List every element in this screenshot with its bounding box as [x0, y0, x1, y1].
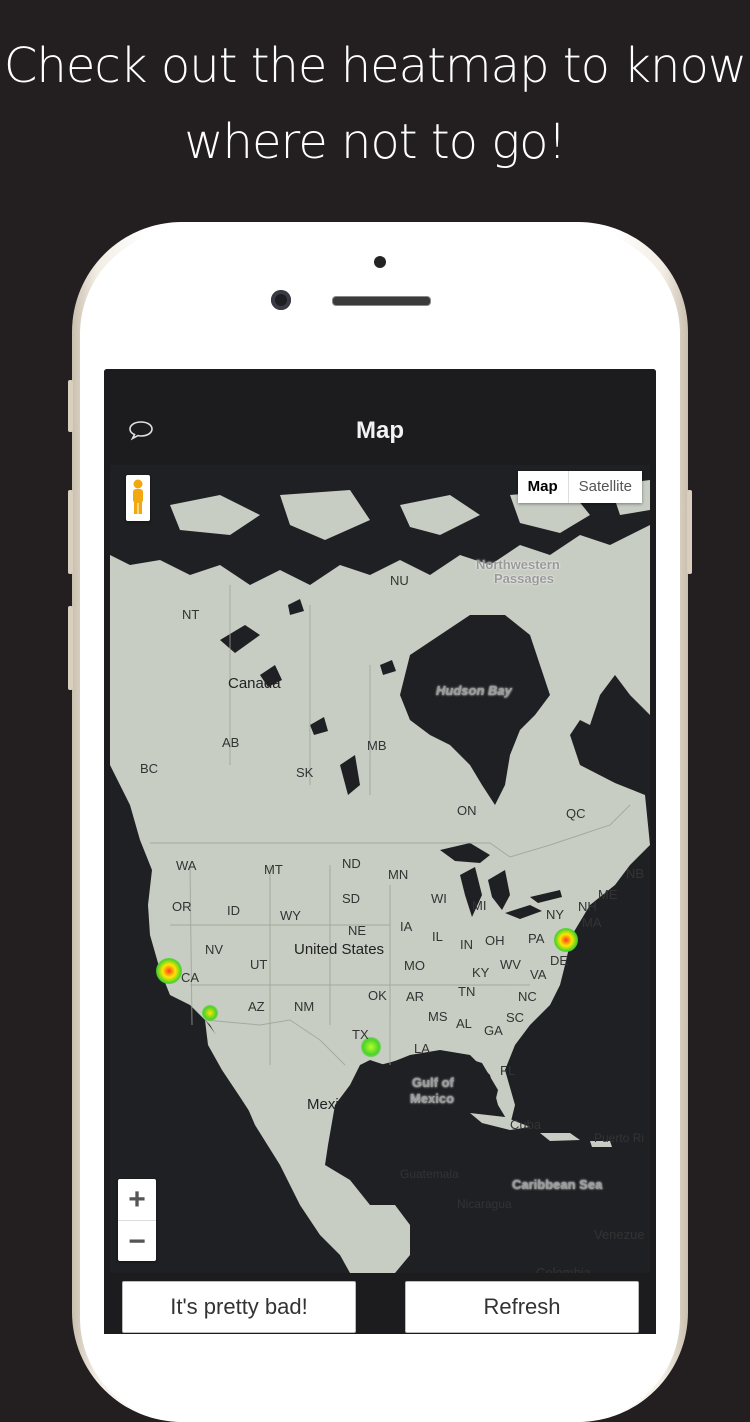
map-type-control: Map Satellite — [517, 471, 642, 503]
headline-line-2: where not to go! — [184, 114, 566, 170]
phone-volume-down — [68, 606, 73, 690]
label-venezuela: Venezue — [594, 1227, 645, 1242]
heat-spot-california[interactable] — [156, 958, 182, 984]
label-mb: MB — [367, 738, 387, 753]
label-tx: TX — [352, 1027, 369, 1042]
heat-spot-east-coast[interactable] — [554, 928, 578, 952]
label-nv: NV — [205, 942, 224, 957]
label-tn: TN — [458, 984, 476, 999]
label-in: IN — [460, 937, 473, 952]
label-ok: OK — [368, 988, 387, 1003]
label-ab: AB — [222, 735, 240, 750]
label-gulf-of-mexico-2: Mexico — [410, 1091, 455, 1106]
earpiece-speaker — [332, 296, 431, 306]
label-on: ON — [457, 803, 477, 818]
label-me: ME — [598, 887, 618, 902]
label-sd: SD — [342, 891, 361, 906]
label-wa: WA — [176, 858, 197, 873]
label-united-states: United States — [294, 941, 385, 958]
label-canada: Canada — [228, 675, 281, 692]
label-ga: GA — [484, 1023, 503, 1038]
label-ar: AR — [406, 989, 425, 1004]
label-fl: FL — [500, 1063, 516, 1078]
label-mi: MI — [472, 898, 487, 913]
phone-power-button — [687, 490, 692, 574]
label-qc: QC — [566, 806, 586, 821]
label-bc: BC — [140, 761, 159, 776]
street-view-pegman[interactable] — [126, 475, 150, 521]
label-pa: PA — [528, 931, 545, 946]
pegman-icon — [133, 479, 143, 514]
app-screen: Map Canada United States Mexico NU NT AB… — [104, 369, 656, 1334]
label-nh: NH — [578, 899, 597, 914]
label-gulf-of-mexico-1: Gulf of — [412, 1075, 454, 1090]
refresh-button[interactable]: Refresh — [405, 1281, 639, 1333]
label-mo: MO — [404, 958, 425, 973]
label-guatemala: Guatemala — [400, 1167, 459, 1181]
label-wi: WI — [431, 891, 447, 906]
label-de: DE — [550, 953, 569, 968]
label-wv: WV — [500, 957, 521, 972]
label-mt: MT — [264, 862, 283, 877]
heatmap-map[interactable]: Canada United States Mexico NU NT AB BC … — [110, 465, 650, 1273]
label-ca: CA — [181, 970, 200, 985]
label-nu: NU — [390, 573, 409, 588]
label-ut: UT — [250, 957, 268, 972]
label-nc: NC — [518, 989, 537, 1004]
navigation-bar: Map — [104, 369, 656, 464]
label-nm: NM — [294, 999, 315, 1014]
label-ma: MA — [582, 915, 602, 930]
label-al: AL — [456, 1016, 472, 1031]
label-caribbean-sea: Caribbean Sea — [512, 1177, 603, 1192]
headline-line-1: Check out the heatmap to know — [3, 38, 747, 94]
label-az: AZ — [248, 999, 265, 1014]
label-puerto-rico: Puerto Ri — [594, 1131, 645, 1145]
label-nicaragua: Nicaragua — [457, 1197, 512, 1211]
zoom-control: + − — [118, 1179, 156, 1261]
label-la: LA — [414, 1041, 430, 1056]
label-ms: MS — [428, 1009, 448, 1024]
label-nd: ND — [342, 856, 361, 871]
map-type-map-button[interactable]: Map — [518, 471, 569, 503]
zoom-in-button[interactable]: + — [118, 1179, 156, 1221]
zoom-out-button[interactable]: − — [118, 1221, 156, 1262]
label-sc: SC — [506, 1010, 525, 1025]
label-colombia: Colombia — [536, 1265, 591, 1273]
report-bad-button[interactable]: It's pretty bad! — [122, 1281, 356, 1333]
label-ia: IA — [400, 919, 413, 934]
label-hudson-bay: Hudson Bay — [436, 683, 512, 698]
label-northwestern-passages-2: Passages — [494, 571, 554, 586]
label-va: VA — [530, 967, 547, 982]
proximity-sensor — [374, 256, 386, 268]
label-nt: NT — [182, 607, 200, 622]
page-title: Map — [356, 417, 404, 444]
label-or: OR — [172, 899, 192, 914]
label-mexico: Mexico — [307, 1096, 355, 1113]
label-sk: SK — [296, 765, 314, 780]
bottom-action-bar: It's pretty bad! Refresh — [104, 1273, 656, 1334]
label-mn: MN — [388, 867, 409, 882]
phone-volume-up — [68, 490, 73, 574]
label-wy: WY — [280, 908, 301, 923]
label-nb: NB — [626, 866, 645, 881]
label-il: IL — [432, 929, 443, 944]
label-northwestern-passages-1: Northwestern — [476, 557, 560, 572]
map-type-satellite-button[interactable]: Satellite — [569, 471, 642, 503]
label-cuba: Cuba — [510, 1117, 542, 1132]
headline: Check out the heatmap to know where not … — [0, 28, 750, 180]
heat-spot-los-angeles[interactable] — [202, 1005, 218, 1021]
label-ne: NE — [348, 923, 367, 938]
label-oh: OH — [485, 933, 505, 948]
label-ky: KY — [472, 965, 490, 980]
front-camera — [271, 290, 291, 310]
phone-mute-switch — [68, 380, 73, 432]
label-id: ID — [227, 903, 240, 918]
label-ny: NY — [546, 907, 565, 922]
